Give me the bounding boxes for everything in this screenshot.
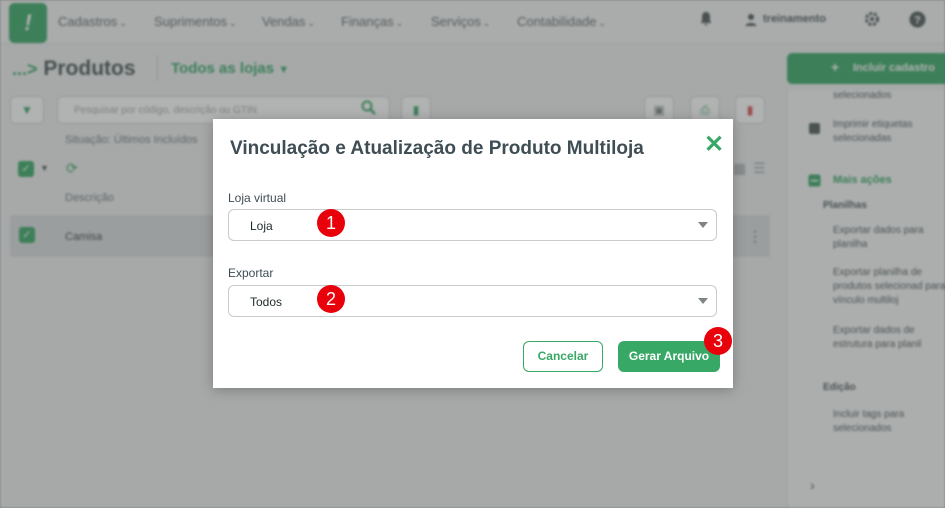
virtual-store-select[interactable]: Loja bbox=[228, 209, 717, 241]
close-icon: ✕ bbox=[703, 131, 725, 158]
virtual-store-label: Loja virtual bbox=[228, 191, 287, 205]
caret-down-icon bbox=[698, 298, 708, 304]
export-value: Todos bbox=[250, 295, 283, 309]
virtual-store-value: Loja bbox=[250, 219, 273, 233]
dialog-title: Vinculação e Atualização de Produto Mult… bbox=[230, 138, 644, 159]
export-label: Exportar bbox=[228, 266, 274, 280]
step-marker-3: 3 bbox=[704, 327, 732, 355]
step-marker-2: 2 bbox=[317, 285, 345, 313]
export-select[interactable]: Todos bbox=[228, 285, 717, 317]
caret-down-icon bbox=[698, 222, 708, 228]
step-marker-1: 1 bbox=[317, 209, 345, 237]
multistore-link-dialog: Vinculação e Atualização de Produto Mult… bbox=[213, 119, 733, 388]
cancel-button[interactable]: Cancelar bbox=[523, 341, 603, 372]
close-button[interactable]: ✕ bbox=[703, 132, 725, 158]
